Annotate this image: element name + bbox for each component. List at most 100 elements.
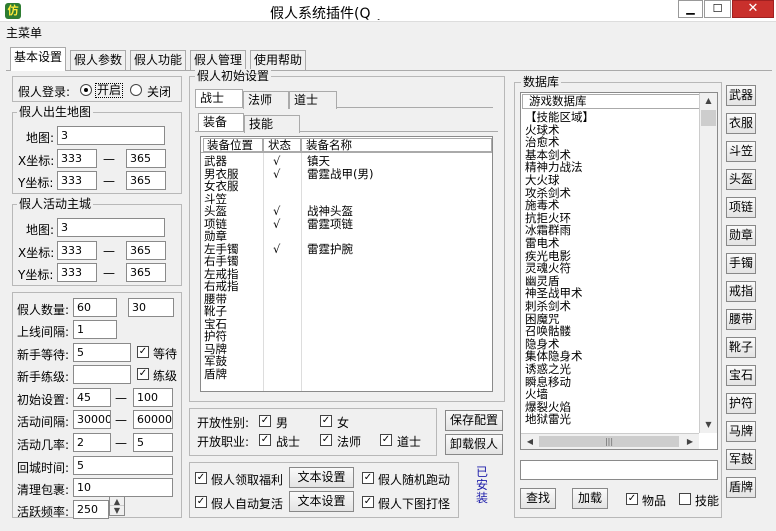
equipment-row[interactable]: 女衣服 [201, 180, 492, 192]
city-y-from-input[interactable]: 333 [57, 263, 97, 282]
level-checkbox[interactable]: ✓ [137, 368, 149, 380]
slot-button[interactable]: 军鼓 [726, 449, 756, 470]
database-item[interactable]: 疾光电影 [525, 250, 571, 262]
active-a-input[interactable]: 30000 [73, 410, 111, 429]
tab-bot-management[interactable]: 假人管理 [190, 50, 247, 70]
birth-x-from-input[interactable]: 333 [57, 149, 97, 168]
slot-button[interactable]: 宝石 [726, 365, 756, 386]
database-item[interactable]: 集体隐身术 [525, 351, 583, 363]
scroll-thumb[interactable] [701, 110, 716, 126]
col-state[interactable]: 状态 [263, 138, 301, 152]
tab-help[interactable]: 使用帮助 [250, 50, 307, 70]
slot-button[interactable]: 腰带 [726, 309, 756, 330]
text-settings-button-2[interactable]: 文本设置 [289, 491, 354, 512]
minimize-button[interactable]: ▁ [678, 0, 703, 18]
database-item[interactable]: 瞬息移动 [525, 376, 571, 388]
text-settings-button-1[interactable]: 文本设置 [289, 467, 354, 488]
database-item[interactable]: 火球术 [525, 124, 560, 136]
col-position[interactable]: 装备位置 [203, 138, 263, 152]
class-tab-warrior[interactable]: 战士 [195, 89, 243, 107]
equipment-row[interactable]: 男衣服 √ 雷霆战甲(男) [201, 168, 492, 180]
database-search-input[interactable] [520, 460, 718, 480]
equipment-row[interactable]: 军鼓 [201, 355, 492, 367]
taoist-checkbox[interactable]: ✓ [380, 434, 392, 446]
unload-bot-button[interactable]: 卸载假人 [445, 434, 503, 455]
slot-button[interactable]: 头盔 [726, 169, 756, 190]
online-input[interactable]: 1 [73, 320, 117, 339]
slot-button[interactable]: 衣服 [726, 113, 756, 134]
login-off-label[interactable]: 关闭 [147, 83, 171, 100]
database-item[interactable]: 攻杀剑术 [525, 187, 571, 199]
slot-button[interactable]: 靴子 [726, 337, 756, 358]
database-hscroll[interactable]: ◀ ||| ▶ [521, 433, 699, 449]
database-item[interactable]: 隐身术 [525, 338, 560, 350]
database-item[interactable]: 困魔咒 [525, 313, 560, 325]
equipment-row[interactable]: 武器 √ 镇天 [201, 155, 492, 167]
female-checkbox[interactable]: ✓ [320, 415, 332, 427]
find-button[interactable]: 查找 [520, 488, 556, 509]
database-item[interactable]: 基本剑术 [525, 149, 571, 161]
warrior-checkbox[interactable]: ✓ [259, 434, 271, 446]
save-config-button[interactable]: 保存配置 [445, 410, 503, 431]
sub-tab-equipment[interactable]: 装备 [198, 113, 244, 131]
down-map-checkbox[interactable]: ✓ [362, 496, 374, 508]
init-a-input[interactable]: 45 [73, 388, 111, 407]
database-item[interactable]: 召唤骷髅 [525, 325, 571, 337]
slot-button[interactable]: 斗笠 [726, 141, 756, 162]
rate-b-input[interactable]: 5 [133, 433, 173, 452]
mage-checkbox[interactable]: ✓ [320, 434, 332, 446]
birth-y-from-input[interactable]: 333 [57, 171, 97, 190]
equipment-row[interactable]: 右手镯 [201, 255, 492, 267]
skill-checkbox[interactable] [679, 493, 691, 505]
equipment-row[interactable]: 左手镯 √ 雷霆护腕 [201, 243, 492, 255]
database-item[interactable]: 精神力战法 [525, 162, 583, 174]
wait-checkbox[interactable]: ✓ [137, 346, 149, 358]
database-item[interactable]: 冰霜群雨 [525, 225, 571, 237]
count-b-input[interactable]: 30 [128, 298, 174, 317]
equipment-row[interactable]: 左戒指 [201, 268, 492, 280]
random-run-checkbox[interactable]: ✓ [362, 472, 374, 484]
database-item[interactable]: 神圣战甲术 [525, 288, 583, 300]
database-item[interactable]: 灵魂火符 [525, 262, 571, 274]
city-x-to-input[interactable]: 365 [126, 241, 166, 260]
equipment-row[interactable]: 项链 √ 雷霆项链 [201, 218, 492, 230]
close-button[interactable]: ✕ [732, 0, 774, 18]
col-name[interactable]: 装备名称 [301, 138, 492, 152]
scroll-down-icon[interactable]: ▼ [700, 417, 717, 433]
equipment-row[interactable]: 右戒指 [201, 280, 492, 292]
database-item[interactable]: 抗拒火环 [525, 212, 571, 224]
equipment-row[interactable]: 盾牌 [201, 368, 492, 380]
sub-tab-skills[interactable]: 技能 [244, 115, 300, 133]
database-item[interactable]: 治愈术 [525, 136, 560, 148]
spin-up-icon[interactable]: ▲ [110, 497, 124, 506]
birth-y-to-input[interactable]: 365 [126, 171, 166, 190]
scroll-right-icon[interactable]: ▶ [683, 434, 697, 450]
database-item[interactable]: 地狱雷光 [525, 414, 571, 426]
database-item[interactable]: 大火球 [525, 174, 560, 186]
equipment-row[interactable]: 头盔 √ 战神头盔 [201, 205, 492, 217]
equipment-table[interactable]: 装备位置 状态 装备名称 武器 √ 镇天 男衣服 √ 雷霆战甲(男) 女衣服 斗笠 头盔 √ 战神头… [200, 136, 493, 392]
rate-a-input[interactable]: 2 [73, 433, 111, 452]
wait-input[interactable]: 5 [73, 343, 131, 362]
auto-revive-checkbox[interactable]: ✓ [195, 496, 207, 508]
main-menu[interactable]: 主菜单 [6, 24, 42, 41]
count-a-input[interactable]: 60 [73, 298, 117, 317]
city-y-to-input[interactable]: 365 [126, 263, 166, 282]
tab-basic-settings[interactable]: 基本设置 [10, 47, 67, 71]
scroll-left-icon[interactable]: ◀ [523, 434, 537, 450]
birth-x-to-input[interactable]: 365 [126, 149, 166, 168]
database-header[interactable]: 游戏数据库 [522, 94, 700, 109]
maximize-button[interactable]: ☐ [704, 0, 731, 18]
tab-bot-functions[interactable]: 假人功能 [130, 50, 187, 70]
equipment-row[interactable]: 靴子 [201, 305, 492, 317]
database-item[interactable]: 刺杀剑术 [525, 300, 571, 312]
equipment-row[interactable]: 斗笠 [201, 193, 492, 205]
item-checkbox[interactable]: ✓ [626, 493, 638, 505]
freq-input[interactable]: 250 [73, 500, 109, 519]
equipment-row[interactable]: 马牌 [201, 343, 492, 355]
return-input[interactable]: 5 [73, 456, 173, 475]
equipment-row[interactable]: 宝石 [201, 318, 492, 330]
tab-bot-params[interactable]: 假人参数 [70, 50, 127, 70]
freq-spinner[interactable]: ▲ ▼ [109, 496, 125, 516]
city-map-input[interactable]: 3 [57, 218, 165, 237]
